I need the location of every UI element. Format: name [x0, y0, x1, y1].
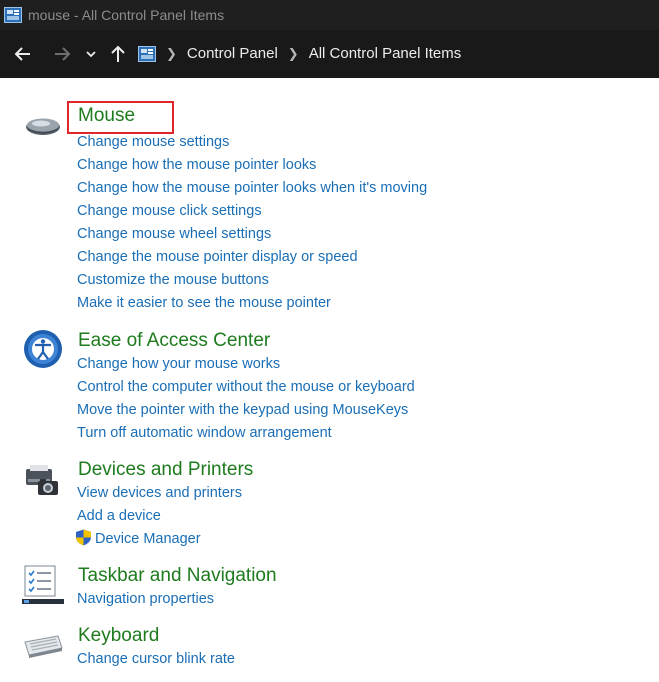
search-results: Mouse Change mouse settings Change how t… — [0, 78, 659, 682]
breadcrumb-separator-icon: ❯ — [166, 45, 177, 61]
group-title-ease-of-access[interactable]: Ease of Access Center — [78, 330, 270, 352]
arrow-up-icon — [111, 45, 125, 62]
link-list: View devices and printers Add a device D… — [75, 482, 242, 551]
control-panel-location-icon — [138, 45, 156, 62]
link-list: Change mouse settings Change how the mou… — [77, 131, 427, 315]
mouse-icon — [26, 118, 60, 135]
link-pointer-speed[interactable]: Change the mouse pointer display or spee… — [77, 246, 427, 269]
link-window-arrangement[interactable]: Turn off automatic window arrangement — [77, 422, 415, 445]
link-without-mouse-keyboard[interactable]: Control the computer without the mouse o… — [77, 376, 415, 399]
address-box[interactable]: ❯ Control Panel ❯ All Control Panel Item… — [134, 38, 659, 69]
navigation-bar: ❯ Control Panel ❯ All Control Panel Item… — [0, 30, 659, 78]
taskbar-icon — [22, 565, 64, 604]
link-navigation-properties[interactable]: Navigation properties — [77, 588, 214, 611]
link-list: Change cursor blink rate — [77, 648, 235, 671]
link-device-manager[interactable]: Device Manager — [75, 528, 242, 551]
link-mousekeys[interactable]: Move the pointer with the keypad using M… — [77, 399, 415, 422]
link-click-settings[interactable]: Change mouse click settings — [77, 200, 427, 223]
up-button[interactable] — [104, 39, 132, 69]
forward-button[interactable] — [48, 39, 76, 69]
group-title-devices-printers[interactable]: Devices and Printers — [78, 459, 253, 481]
link-customize-buttons[interactable]: Customize the mouse buttons — [77, 269, 427, 292]
link-easier-see-pointer[interactable]: Make it easier to see the mouse pointer — [77, 292, 427, 315]
control-panel-icon — [4, 7, 22, 23]
devices-printers-icon — [26, 465, 58, 495]
link-mouse-works[interactable]: Change how your mouse works — [77, 353, 415, 376]
link-add-device[interactable]: Add a device — [77, 505, 242, 528]
link-wheel-settings[interactable]: Change mouse wheel settings — [77, 223, 427, 246]
window-title: mouse - All Control Panel Items — [28, 7, 225, 23]
link-device-manager-label: Device Manager — [95, 531, 201, 547]
link-cursor-blink-rate[interactable]: Change cursor blink rate — [77, 648, 235, 671]
breadcrumb-all-items[interactable]: All Control Panel Items — [309, 45, 462, 62]
ease-of-access-icon — [24, 330, 62, 368]
link-list: Change how your mouse works Control the … — [77, 353, 415, 445]
keyboard-icon — [24, 635, 63, 658]
arrow-right-icon — [55, 47, 71, 61]
recent-locations-button[interactable] — [80, 39, 102, 69]
link-pointer-looks-moving[interactable]: Change how the mouse pointer looks when … — [77, 177, 427, 200]
group-title-keyboard[interactable]: Keyboard — [78, 625, 159, 647]
uac-shield-icon — [76, 529, 91, 546]
breadcrumb-control-panel[interactable]: Control Panel — [187, 45, 278, 62]
group-title-taskbar-navigation[interactable]: Taskbar and Navigation — [78, 565, 277, 587]
link-view-devices[interactable]: View devices and printers — [77, 482, 242, 505]
link-list: Navigation properties — [77, 588, 214, 611]
title-bar: mouse - All Control Panel Items — [0, 0, 659, 30]
breadcrumb-separator-icon: ❯ — [287, 45, 299, 61]
arrow-left-icon — [14, 47, 30, 61]
group-title-mouse[interactable]: Mouse — [78, 105, 135, 127]
back-button[interactable] — [9, 39, 37, 69]
link-change-mouse-settings[interactable]: Change mouse settings — [77, 131, 427, 154]
link-pointer-looks[interactable]: Change how the mouse pointer looks — [77, 154, 427, 177]
chevron-down-icon — [86, 51, 96, 58]
